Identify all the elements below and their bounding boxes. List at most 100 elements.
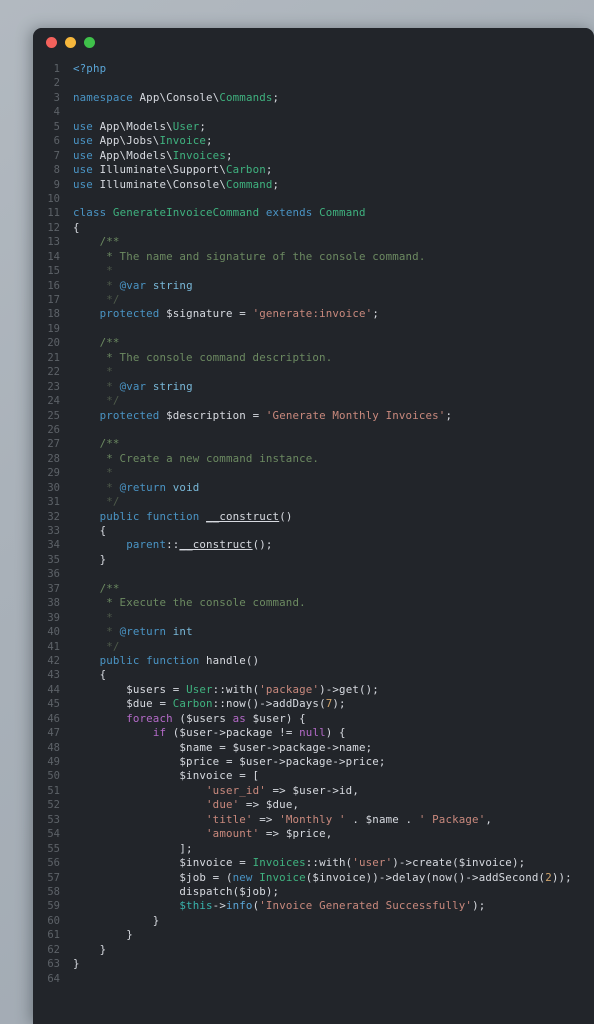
line-content[interactable]: dispatch($job);	[73, 885, 279, 899]
line-content[interactable]: foreach ($users as $user) {	[73, 712, 306, 726]
line-content[interactable]: *	[73, 466, 113, 480]
code-line: 22 *	[33, 365, 594, 379]
line-number: 29	[47, 467, 60, 480]
code-editor-content[interactable]: 1 <?php 2 3 namespace App\Console\Commands…	[33, 56, 594, 1018]
line-content[interactable]: $due = Carbon::now()->addDays(7);	[73, 697, 346, 711]
code-line: 21 * The console command description.	[33, 351, 594, 365]
line-content[interactable]: * The console command description.	[73, 351, 332, 365]
line-number: 19	[47, 322, 60, 335]
line-content[interactable]: * @return void	[73, 481, 199, 495]
line-content[interactable]: 'due' => $due,	[73, 798, 299, 812]
line-content[interactable]: * @var string	[73, 380, 193, 394]
code-line: 61 }	[33, 928, 594, 942]
line-number: 5	[53, 120, 60, 133]
line-content[interactable]: use App\Models\User;	[73, 120, 206, 134]
line-content[interactable]: * @var string	[73, 279, 193, 293]
line-content[interactable]: class GenerateInvoiceCommand extends Com…	[73, 206, 366, 220]
code-line: 58 dispatch($job);	[33, 885, 594, 899]
code-line: 13 /**	[33, 235, 594, 249]
code-line: 57 $job = (new Invoice($invoice))->delay…	[33, 871, 594, 885]
maximize-button[interactable]	[84, 36, 95, 48]
line-content[interactable]: $price = $user->package->price;	[73, 755, 386, 769]
line-content[interactable]: public function __construct()	[73, 510, 293, 524]
line-content[interactable]: */	[73, 394, 120, 408]
line-number: 37	[47, 582, 60, 595]
line-content[interactable]: $users = User::with('package')->get();	[73, 683, 379, 697]
line-content[interactable]: namespace App\Console\Commands;	[73, 91, 279, 105]
line-content[interactable]: $this->info('Invoice Generated Successfu…	[73, 899, 485, 913]
line-content[interactable]: *	[73, 365, 113, 379]
code-line: 34 parent::__construct();	[33, 538, 594, 552]
code-line: 12 {	[33, 221, 594, 235]
line-content[interactable]: 'title' => 'Monthly ' . $name . ' Packag…	[73, 813, 492, 827]
line-content[interactable]: /**	[73, 235, 120, 249]
line-content[interactable]: {	[73, 221, 80, 235]
line-content[interactable]: }	[73, 553, 107, 567]
close-button[interactable]	[46, 36, 57, 48]
line-number: 2	[53, 77, 60, 90]
line-number: 7	[53, 149, 60, 162]
line-content[interactable]: /**	[73, 336, 120, 350]
line-number: 44	[47, 683, 60, 696]
line-number: 31	[47, 496, 60, 509]
line-content[interactable]: }	[73, 914, 160, 928]
line-number: 18	[47, 308, 60, 321]
line-content[interactable]: */	[73, 495, 120, 509]
line-number: 14	[47, 250, 60, 263]
line-number: 36	[47, 568, 60, 581]
line-content[interactable]: protected $description = 'Generate Month…	[73, 409, 452, 423]
line-content[interactable]: 'user_id' => $user->id,	[73, 784, 359, 798]
line-content[interactable]: use Illuminate\Console\Command;	[73, 178, 279, 192]
line-number: 33	[47, 525, 60, 537]
code-line: 19	[33, 322, 594, 336]
line-number: 43	[47, 669, 60, 682]
code-line: 62 }	[33, 943, 594, 957]
line-number: 10	[47, 192, 60, 205]
code-line: 1 <?php	[33, 62, 594, 76]
code-line: 42 public function handle()	[33, 654, 594, 668]
line-content[interactable]: {	[73, 524, 107, 538]
line-content[interactable]: 'amount' => $price,	[73, 827, 332, 841]
line-content[interactable]: $invoice = Invoices::with('user')->creat…	[73, 856, 525, 870]
line-content[interactable]: * Create a new command instance.	[73, 452, 319, 466]
line-content[interactable]: /**	[73, 582, 120, 596]
line-content[interactable]: /**	[73, 437, 120, 451]
code-editor-window: 1 <?php 2 3 namespace App\Console\Commands…	[33, 28, 594, 1024]
line-content[interactable]: protected $signature = 'generate:invoice…	[73, 307, 379, 321]
line-content[interactable]: parent::__construct();	[73, 538, 273, 552]
line-content[interactable]: public function handle()	[73, 654, 259, 668]
line-content[interactable]: *	[73, 264, 113, 278]
line-number: 15	[47, 265, 60, 278]
line-content[interactable]: $invoice = [	[73, 769, 259, 783]
line-content[interactable]: use App\Models\Invoices;	[73, 149, 233, 163]
code-line: 38 * Execute the console command.	[33, 596, 594, 610]
line-number: 42	[47, 654, 60, 667]
line-content[interactable]: use App\Jobs\Invoice;	[73, 134, 213, 148]
code-line: 37 /**	[33, 582, 594, 596]
code-line: 14 * The name and signature of the conso…	[33, 250, 594, 264]
line-content[interactable]: <?php	[73, 62, 106, 76]
window-titlebar[interactable]	[33, 28, 594, 56]
line-number: 56	[47, 857, 60, 870]
line-content[interactable]: if ($user->package != null) {	[73, 726, 346, 740]
line-content[interactable]: }	[73, 943, 107, 957]
code-line: 36	[33, 567, 594, 581]
line-content[interactable]: ];	[73, 842, 193, 856]
line-number: 50	[47, 770, 60, 783]
line-content[interactable]: $name = $user->package->name;	[73, 741, 372, 755]
line-content[interactable]: */	[73, 640, 120, 654]
line-content[interactable]: * The name and signature of the console …	[73, 250, 425, 264]
minimize-button[interactable]	[65, 36, 76, 48]
line-number: 1	[53, 63, 60, 75]
line-content[interactable]: {	[73, 668, 107, 682]
code-line: 20 /**	[33, 336, 594, 350]
line-content[interactable]: * Execute the console command.	[73, 596, 306, 610]
line-content[interactable]: *	[73, 611, 113, 625]
line-content[interactable]: $job = (new Invoice($invoice))->delay(no…	[73, 871, 572, 885]
line-content[interactable]: */	[73, 293, 120, 307]
line-number: 62	[47, 943, 60, 956]
line-content[interactable]: }	[73, 957, 80, 971]
line-content[interactable]: * @return int	[73, 625, 193, 639]
line-content[interactable]: }	[73, 928, 133, 942]
line-content[interactable]: use Illuminate\Support\Carbon;	[73, 163, 273, 177]
